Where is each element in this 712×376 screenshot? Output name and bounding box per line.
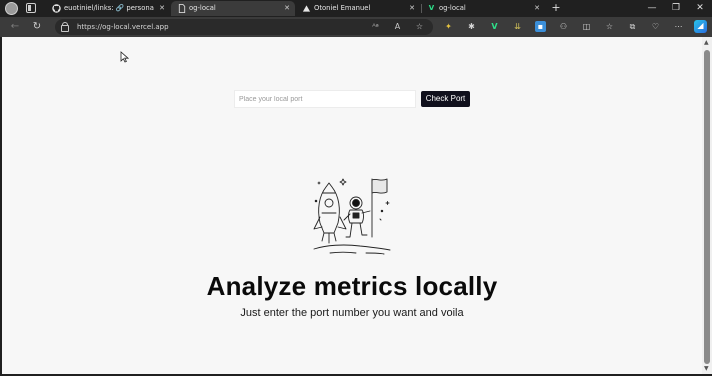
page-headline: Analyze metrics locally xyxy=(206,271,498,301)
tab-title: euotiniel/links: 🔗 personal links xyxy=(64,4,154,12)
split-screen-icon[interactable]: ◫ xyxy=(581,21,592,32)
restore-button[interactable]: ❐ xyxy=(664,0,688,16)
tab-github-links[interactable]: euotiniel/links: 🔗 personal links ✕ xyxy=(46,1,170,16)
tab-title: og-local xyxy=(439,4,466,12)
refresh-icon[interactable]: ↻ xyxy=(30,20,44,34)
port-input[interactable] xyxy=(234,90,416,108)
check-port-button[interactable]: Check Port xyxy=(421,91,470,107)
extension-vue-icon[interactable]: V xyxy=(489,21,500,32)
page-icon xyxy=(177,4,186,13)
extensions-icon[interactable]: ⚇ xyxy=(558,21,569,32)
close-tab-icon[interactable]: ✕ xyxy=(284,1,290,16)
tab-strip: euotiniel/links: 🔗 personal links ✕ og-l… xyxy=(0,0,712,17)
page-subheadline: Just enter the port number you want and … xyxy=(240,307,464,319)
copilot-icon[interactable]: ◢ xyxy=(694,20,707,33)
text-size-icon[interactable]: A xyxy=(391,20,404,33)
tab-og-local[interactable]: V og-local ✕ xyxy=(421,1,545,16)
read-aloud-icon[interactable]: ᴬᵃ xyxy=(369,20,382,33)
tab-title: Otoniel Emanuel xyxy=(314,4,371,12)
page-viewport: Check Port Analyze xyxy=(2,37,702,374)
url-text: https://og-local.vercel.app xyxy=(77,23,169,31)
favorite-star-icon[interactable]: ☆ xyxy=(413,20,426,33)
extension-settings-icon[interactable]: ✱ xyxy=(466,21,477,32)
minimize-button[interactable]: — xyxy=(640,0,664,16)
github-icon xyxy=(52,4,61,13)
scroll-down-arrow-icon[interactable]: ▼ xyxy=(704,365,709,372)
back-arrow-icon[interactable]: ← xyxy=(8,20,22,34)
close-tab-icon[interactable]: ✕ xyxy=(159,1,165,16)
tab-title: og-local xyxy=(189,4,216,12)
address-bar[interactable]: https://og-local.vercel.app ᴬᵃ A ☆ xyxy=(55,19,433,35)
extension-blue-icon[interactable]: ▪ xyxy=(535,21,546,32)
tab-otoniel-emanuel[interactable]: Otoniel Emanuel ✕ xyxy=(296,1,420,16)
mouse-cursor-icon xyxy=(120,51,129,63)
scrollbar-thumb[interactable] xyxy=(704,50,710,364)
close-tab-icon[interactable]: ✕ xyxy=(534,1,540,16)
profile-avatar[interactable] xyxy=(5,2,18,15)
vercel-v-icon: V xyxy=(428,4,435,12)
tab-og-local-active[interactable]: og-local ✕ xyxy=(171,1,295,16)
tab-actions-icon[interactable] xyxy=(26,3,36,13)
lock-icon xyxy=(61,22,69,32)
scroll-up-arrow-icon[interactable]: ▲ xyxy=(704,39,709,46)
close-tab-icon[interactable]: ✕ xyxy=(409,1,415,16)
extension-download-icon[interactable]: ⇊ xyxy=(512,21,523,32)
collections-icon[interactable]: ⧉ xyxy=(627,21,638,32)
vercel-icon xyxy=(302,4,311,13)
astronaut-rocket-illustration xyxy=(313,178,391,255)
close-window-button[interactable]: ✕ xyxy=(688,0,712,16)
extension-puzzle-badge-icon[interactable]: ✦ xyxy=(443,21,454,32)
browser-toolbar: ← ↻ https://og-local.vercel.app ᴬᵃ A ☆ ✦… xyxy=(0,17,712,37)
new-tab-button[interactable]: + xyxy=(550,0,562,16)
favorites-icon[interactable]: ☆ xyxy=(604,21,615,32)
more-menu-icon[interactable]: ⋯ xyxy=(673,21,684,32)
vertical-scrollbar[interactable]: ▲ ▼ xyxy=(702,37,712,374)
browser-essentials-icon[interactable]: ♡ xyxy=(650,21,661,32)
